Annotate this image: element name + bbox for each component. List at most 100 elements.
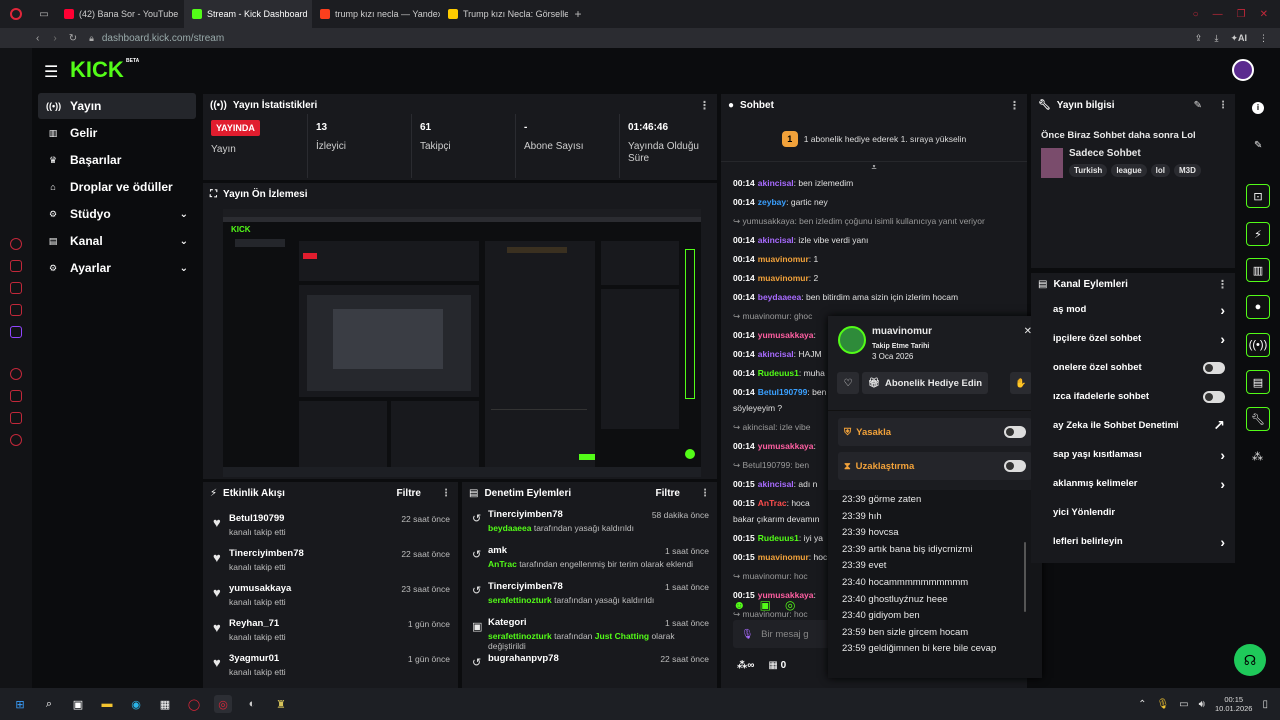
pinned-gift-banner[interactable]: 1 1 abonelik hediye ederek 1. sıraya yük… (721, 116, 1027, 162)
nav-item-gelir[interactable]: ▥ Gelir (38, 120, 196, 146)
moderator-name[interactable]: serafettinozturk (488, 631, 552, 641)
tray-chevron-icon[interactable]: ⌃ (1138, 699, 1146, 710)
opera-logo-icon[interactable] (0, 8, 32, 20)
mod-icon[interactable]: ✋ (1010, 372, 1032, 394)
browser-tab[interactable]: trump kızı necla — Yandex (312, 0, 440, 28)
nav-item-ayarlar[interactable]: ⚙ Ayarlar ⌄ (38, 255, 196, 281)
sidebar-settings-icon[interactable] (10, 434, 22, 446)
chat-username[interactable]: yumusakkaya (758, 330, 814, 340)
clock[interactable]: 00:15 10.01.2026 (1215, 695, 1253, 713)
chat-message[interactable]: 00:14 muavinomur: 1 (721, 250, 1027, 269)
scrollbar[interactable] (1024, 542, 1026, 612)
more-icon[interactable]: ⋮ (1217, 278, 1228, 291)
wrench-button[interactable]: 🔧︎ (1246, 407, 1270, 431)
heart-icon[interactable]: ♡ (837, 372, 859, 394)
nav-item-droplar-ve-ödüller[interactable]: ⌂ Droplar ve ödüller (38, 174, 196, 200)
channel-action-row[interactable]: ay Zeka ile Sohbet Denetimi ↗ (1031, 411, 1235, 440)
mic-icon[interactable]: 🎙︎ (741, 629, 753, 640)
chat-message[interactable]: 00:14 akincisal: izle vibe verdi yanı (721, 231, 1027, 250)
activity-item[interactable]: ♥ Tinerciyimben78 kanalı takip etti 22 saat… (203, 543, 458, 578)
app-icon[interactable]: ◐ (243, 695, 261, 713)
action-toggle[interactable] (1203, 361, 1225, 374)
chat-reply-line[interactable]: ↪ yumusakkaya: ben izledim çoğunu isimli… (721, 212, 1027, 231)
sidebar-app-icon[interactable] (10, 282, 22, 294)
sidebar-app-icon[interactable] (10, 260, 22, 272)
channel-action-row[interactable]: lefleri belirleyin › (1031, 527, 1235, 556)
pencil-icon[interactable]: ✎ (1254, 140, 1262, 151)
share-icon[interactable]: ⇪ (1195, 33, 1203, 44)
notifications-icon[interactable]: ▯ (1262, 699, 1268, 710)
gift-subscription-button[interactable]: 🎁︎ Abonelik Hediye Edin (862, 372, 988, 394)
nav-item-stüdyo[interactable]: ⚙ Stüdyo ⌄ (38, 201, 196, 227)
emote-icon[interactable]: ▣ (760, 598, 771, 612)
chat-username[interactable]: muavinomur (758, 254, 809, 264)
chat-message[interactable]: 00:14 zeybay: gartic ney (721, 193, 1027, 212)
moderation-item[interactable]: ↺ bugrahanpvp78 22 saat önce (462, 648, 717, 684)
app-icon[interactable]: ♜ (272, 695, 290, 713)
channel-action-row[interactable]: sap yaşı kısıtlaması › (1031, 440, 1235, 469)
sidebar-app-icon[interactable] (10, 390, 22, 402)
timeout-toggle[interactable] (1004, 460, 1026, 472)
channel-action-row[interactable]: aklanmış kelimeler › (1031, 469, 1235, 498)
kick-logo[interactable]: KICK (70, 57, 124, 83)
moderation-item[interactable]: ↺ Tinerciyimben78 serafettinozturk tarafın… (462, 576, 717, 612)
activity-item[interactable]: ♥ Reyhan_71 kanalı takip etti 1 gün önce (203, 613, 458, 648)
emote-icon[interactable]: ◎ (785, 598, 795, 612)
avatar[interactable] (1232, 59, 1254, 81)
browser-tab[interactable]: (42) Bana Sor - YouTube (56, 0, 184, 28)
chat-username[interactable]: yumusakkaya (758, 441, 814, 451)
chat-message[interactable]: 00:14 muavinomur: 2 (721, 269, 1027, 288)
chat-username[interactable]: muavinomur (758, 273, 809, 283)
task-view-icon[interactable]: ▣ (69, 695, 87, 713)
category-link[interactable]: Just Chatting (595, 631, 649, 641)
download-icon[interactable]: ⤓ (1214, 33, 1218, 44)
channel-action-row[interactable]: onelere özel sohbet (1031, 353, 1235, 382)
chat-message[interactable]: 00:14 beydaaeea: ben bitirdim ama sizin i… (721, 288, 1027, 307)
chat-username[interactable]: beydaaeea (758, 292, 801, 302)
broadcast-button[interactable]: ((•)) (1246, 333, 1270, 357)
activity-item[interactable]: ♥ yumusakkaya kanalı takip etti 23 saat önc… (203, 578, 458, 613)
camera-button[interactable]: ⊡ (1246, 184, 1270, 208)
action-toggle[interactable] (1203, 390, 1225, 403)
moderator-name[interactable]: AnTrac (488, 559, 517, 569)
support-chat-icon[interactable]: ☊ (1234, 644, 1266, 676)
ai-button[interactable]: ✦AI (1230, 33, 1247, 44)
hamburger-menu-icon[interactable]: ☰ (44, 62, 58, 82)
sidebar-app-icon[interactable] (10, 412, 22, 424)
new-tab-button[interactable]: + (568, 7, 588, 21)
twitch-icon[interactable] (10, 326, 22, 338)
moderation-item[interactable]: ↺ amk AnTrac tarafından engellenmiş bir te… (462, 540, 717, 576)
channel-action-row[interactable]: ipçilere özel sohbet › (1031, 324, 1235, 353)
more-icon[interactable]: ⋮ (441, 488, 451, 499)
sidebar-app-icon[interactable] (10, 238, 22, 250)
sidebar-app-icon[interactable] (10, 304, 22, 316)
minimize-icon[interactable]: — (1213, 9, 1223, 20)
store-icon[interactable]: ▦ (156, 695, 174, 713)
chat-button[interactable]: ● (1246, 295, 1270, 319)
search-tabs-icon[interactable]: ○ (1193, 9, 1199, 20)
more-icon[interactable]: ⋮ (700, 488, 710, 499)
chat-username[interactable]: akincisal (758, 349, 794, 359)
ban-toggle[interactable] (1004, 426, 1026, 438)
mic-tray-icon[interactable]: 🎙︎ (1156, 699, 1169, 710)
moderator-name[interactable]: beydaaeea (488, 523, 531, 533)
stream-preview-video[interactable]: KICK (223, 209, 701, 477)
tab-menu-icon[interactable]: ▭ (32, 9, 56, 20)
sidebar-app-icon[interactable] (10, 368, 22, 380)
chat-username[interactable]: Rudeuus1 (758, 368, 799, 378)
more-icon[interactable]: ⋮ (699, 99, 710, 112)
channel-action-row[interactable]: aş mod › (1031, 295, 1235, 324)
more-icon[interactable]: ⋮ (1218, 100, 1228, 111)
search-icon[interactable]: ⌕ (40, 695, 58, 713)
filter-button[interactable]: Filtre (656, 488, 680, 499)
opera-gx-icon[interactable]: ◎ (214, 695, 232, 713)
activity-item[interactable]: ♥ 3yagmur01 kanalı takip etti 1 gün önce (203, 648, 458, 683)
chat-username[interactable]: Rudeuus1 (758, 533, 799, 543)
moderator-name[interactable]: serafettinozturk (488, 595, 552, 605)
infinity-icon[interactable]: ⁂∞ (737, 660, 754, 671)
activity-item[interactable]: ♥ Betul190799 kanalı takip etti 22 saat önc… (203, 508, 458, 543)
opera-icon[interactable]: ◯ (185, 695, 203, 713)
network-icon[interactable]: ▭ (1179, 699, 1188, 710)
tag-pill[interactable]: Turkish (1069, 164, 1108, 177)
chat-username[interactable]: AnTrac (758, 498, 787, 508)
